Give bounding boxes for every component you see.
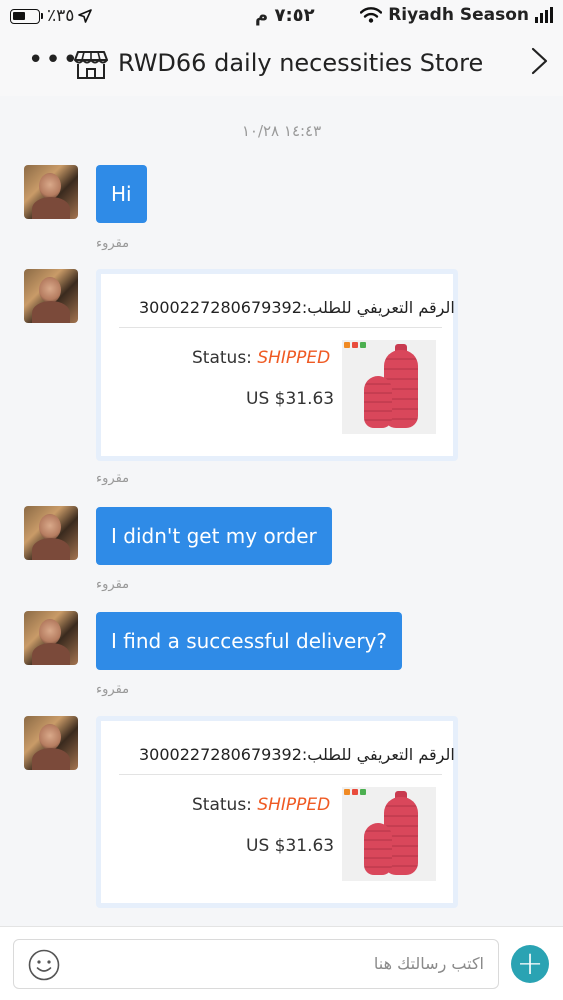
order-id: الرقم التعريفي للطلب:3000227280679392 xyxy=(139,298,455,317)
store-title[interactable]: RWD66 daily necessities Store xyxy=(118,49,483,77)
message-bubble[interactable]: I find a successful delivery? xyxy=(96,612,402,670)
composer-bar: اكتب رسالتك هنا + xyxy=(0,926,563,1000)
read-receipt: مقروء xyxy=(96,577,130,592)
status-bar: ٪٣٥ ٧:٥٢ م Riyadh Season xyxy=(0,0,563,32)
date-separator: ١٤:٤٣ ١٠/٢٨ xyxy=(241,122,322,140)
order-price: US $31.63 xyxy=(246,836,335,856)
read-receipt: مقروء xyxy=(96,236,130,251)
chat-header: ••• RWD66 daily necessities Store xyxy=(0,32,563,96)
signal-icon xyxy=(535,7,553,23)
emoji-icon[interactable] xyxy=(28,949,60,981)
wifi-icon xyxy=(360,7,383,23)
status-shipped: SHIPPED xyxy=(257,795,331,815)
status-shipped: SHIPPED xyxy=(257,348,331,368)
read-receipt: مقروء xyxy=(96,471,130,486)
chevron-right-icon[interactable] xyxy=(529,46,549,76)
user-avatar[interactable] xyxy=(24,165,78,219)
order-status: Status: SHIPPED xyxy=(192,795,331,815)
more-button[interactable]: ••• xyxy=(28,47,80,73)
location-arrow-icon xyxy=(78,9,93,23)
carrier-name: Riyadh Season xyxy=(388,5,529,25)
order-id: الرقم التعريفي للطلب:3000227280679392 xyxy=(139,745,455,764)
order-price: US $31.63 xyxy=(246,389,335,409)
order-status: Status: SHIPPED xyxy=(192,348,331,368)
user-avatar[interactable] xyxy=(24,269,78,323)
message-bubble[interactable]: Hi xyxy=(96,165,147,223)
add-attachment-button[interactable]: + xyxy=(511,945,549,983)
divider xyxy=(119,774,442,775)
message-input[interactable]: اكتب رسالتك هنا xyxy=(13,939,499,989)
message-bubble[interactable]: I didn't get my order xyxy=(96,507,332,565)
battery-icon xyxy=(10,8,40,24)
read-receipt: مقروء xyxy=(96,682,130,697)
product-image[interactable] xyxy=(342,787,436,881)
carrier-indicator: Riyadh Season xyxy=(360,5,553,25)
user-avatar[interactable] xyxy=(24,611,78,665)
order-card[interactable]: الرقم التعريفي للطلب:3000227280679392 St… xyxy=(96,269,458,461)
divider xyxy=(119,327,442,328)
battery-indicator: ٪٣٥ xyxy=(10,6,93,26)
tag-icons xyxy=(344,342,366,348)
battery-percent: ٪٣٥ xyxy=(47,6,75,26)
clock: ٧:٥٢ م xyxy=(255,5,315,26)
store-icon[interactable] xyxy=(74,50,108,80)
input-placeholder: اكتب رسالتك هنا xyxy=(373,954,484,973)
product-image[interactable] xyxy=(342,340,436,434)
user-avatar[interactable] xyxy=(24,506,78,560)
order-card[interactable]: الرقم التعريفي للطلب:3000227280679392 St… xyxy=(96,716,458,908)
chat-area[interactable]: ١٤:٤٣ ١٠/٢٨ Hi مقروء الرقم التعريفي للطل… xyxy=(0,96,563,926)
user-avatar[interactable] xyxy=(24,716,78,770)
tag-icons xyxy=(344,789,366,795)
